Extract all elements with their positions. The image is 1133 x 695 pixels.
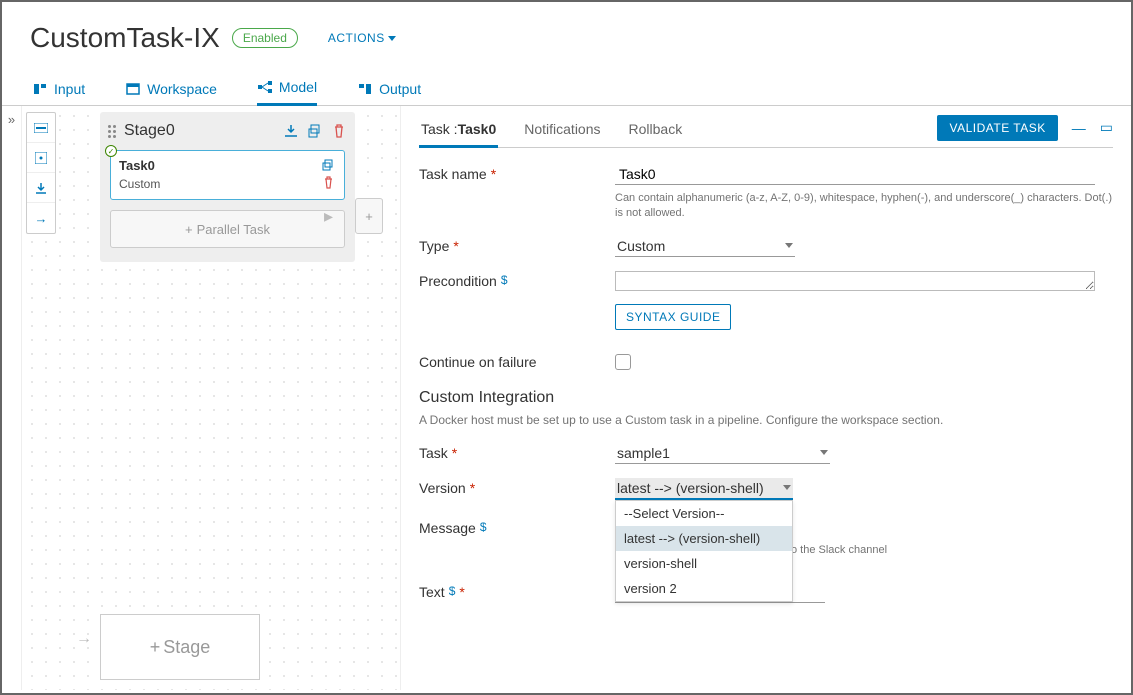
required-star: *	[459, 584, 464, 600]
version-option[interactable]: version-shell	[616, 551, 792, 576]
custom-integration-sub: A Docker host must be set up to use a Cu…	[419, 413, 1113, 427]
precondition-label: Precondition	[419, 273, 497, 289]
chevron-down-icon	[783, 485, 791, 490]
syntax-guide-button[interactable]: SYNTAX GUIDE	[615, 304, 731, 330]
plus-icon: +	[150, 637, 161, 658]
variable-dollar-icon[interactable]: $	[480, 520, 487, 534]
required-star: *	[453, 238, 458, 254]
output-icon	[357, 81, 373, 97]
add-stage-button[interactable]: + Stage	[100, 614, 260, 680]
sequence-arrow-icon: ▸	[324, 206, 333, 227]
tool-fit-icon[interactable]	[27, 113, 55, 143]
actions-menu[interactable]: ACTIONS	[328, 31, 396, 45]
type-label: Type	[419, 238, 449, 254]
plus-icon: +	[185, 222, 193, 237]
task-copy-icon[interactable]	[320, 157, 336, 173]
stage-download-icon[interactable]	[283, 123, 299, 139]
task-delete-icon[interactable]	[320, 174, 336, 190]
workspace-icon	[125, 81, 141, 97]
text-label: Text	[419, 584, 445, 600]
type-select[interactable]: Custom	[615, 236, 795, 257]
chevron-down-icon	[388, 36, 396, 41]
task-name-help: Can contain alphanumeric (a-z, A-Z, 0-9)…	[615, 191, 1113, 222]
variable-dollar-icon[interactable]: $	[449, 584, 456, 598]
ci-task-value: sample1	[617, 445, 670, 461]
status-badge: Enabled	[232, 28, 298, 48]
stage-delete-icon[interactable]	[331, 123, 347, 139]
version-dropdown: --Select Version--latest --> (version-sh…	[615, 500, 793, 602]
version-option[interactable]: latest --> (version-shell)	[616, 526, 792, 551]
validate-task-button[interactable]: VALIDATE TASK	[937, 115, 1057, 141]
ci-task-select[interactable]: sample1	[615, 443, 830, 464]
stage-name: Stage0	[124, 122, 175, 140]
stage-copy-icon[interactable]	[307, 123, 323, 139]
version-label: Version	[419, 480, 466, 496]
ci-task-label: Task	[419, 445, 448, 461]
drag-handle-icon[interactable]	[108, 125, 116, 138]
task-name-input[interactable]	[615, 164, 1095, 185]
continue-on-failure-checkbox[interactable]	[615, 354, 631, 370]
message-help-fragment: o the Slack channel	[791, 544, 887, 556]
chevron-down-icon	[820, 450, 828, 455]
tab-input-label: Input	[54, 81, 85, 97]
tab-output-label: Output	[379, 81, 421, 97]
tab-output[interactable]: Output	[357, 81, 421, 105]
add-stage-label: Stage	[163, 637, 210, 658]
precondition-input[interactable]	[615, 271, 1095, 291]
type-value: Custom	[617, 238, 665, 254]
custom-integration-heading: Custom Integration	[419, 389, 1113, 407]
version-select[interactable]: latest --> (version-shell)	[615, 478, 793, 500]
page-title: CustomTask-IX	[30, 22, 220, 54]
minimize-icon[interactable]: —	[1072, 120, 1086, 136]
variable-dollar-icon[interactable]: $	[501, 273, 508, 287]
panel-tab-task-name: Task0	[458, 121, 497, 137]
panel-tab-notifications[interactable]: Notifications	[522, 115, 602, 148]
parallel-task-label: Parallel Task	[197, 222, 270, 237]
tool-download-icon[interactable]	[27, 173, 55, 203]
tab-model-label: Model	[279, 79, 317, 95]
panel-tab-task[interactable]: Task :Task0	[419, 115, 498, 148]
collapse-sidebar-button[interactable]: »	[2, 106, 22, 690]
continue-on-failure-label: Continue on failure	[419, 354, 537, 370]
status-ok-icon: ✓	[105, 145, 117, 157]
panel-tab-rollback[interactable]: Rollback	[627, 115, 685, 148]
stage-card[interactable]: Stage0 ✓ Task0 Custom + Parallel	[100, 112, 355, 262]
required-star: *	[470, 480, 475, 496]
canvas-toolbar: →	[26, 112, 56, 234]
task-card-name: Task0	[119, 158, 155, 173]
model-icon	[257, 79, 273, 95]
double-chevron-right-icon: »	[8, 112, 15, 127]
tab-workspace-label: Workspace	[147, 81, 217, 97]
task-card[interactable]: ✓ Task0 Custom	[110, 150, 345, 200]
stage-arrow-icon: →	[76, 630, 92, 648]
task-card-type: Custom	[119, 177, 160, 191]
maximize-icon[interactable]: ▭	[1100, 119, 1113, 136]
message-label: Message	[419, 520, 476, 536]
tool-arrow-icon[interactable]: →	[27, 203, 55, 233]
version-option[interactable]: version 2	[616, 576, 792, 601]
panel-tab-task-prefix: Task :	[421, 121, 458, 137]
version-option[interactable]: --Select Version--	[616, 501, 792, 526]
tab-input[interactable]: Input	[32, 81, 85, 105]
version-value: latest --> (version-shell)	[617, 480, 764, 496]
required-star: *	[452, 445, 457, 461]
add-sequential-task-button[interactable]: +	[355, 198, 383, 234]
pipeline-canvas: → Stage0 ✓ Task0 Custom	[22, 106, 400, 690]
task-name-label: Task name	[419, 166, 487, 182]
actions-label: ACTIONS	[328, 31, 385, 45]
chevron-down-icon	[785, 243, 793, 248]
required-star: *	[491, 166, 496, 182]
tool-layout-icon[interactable]	[27, 143, 55, 173]
input-icon	[32, 81, 48, 97]
tab-workspace[interactable]: Workspace	[125, 81, 217, 105]
add-parallel-task-button[interactable]: + Parallel Task	[110, 210, 345, 248]
tab-model[interactable]: Model	[257, 79, 317, 106]
